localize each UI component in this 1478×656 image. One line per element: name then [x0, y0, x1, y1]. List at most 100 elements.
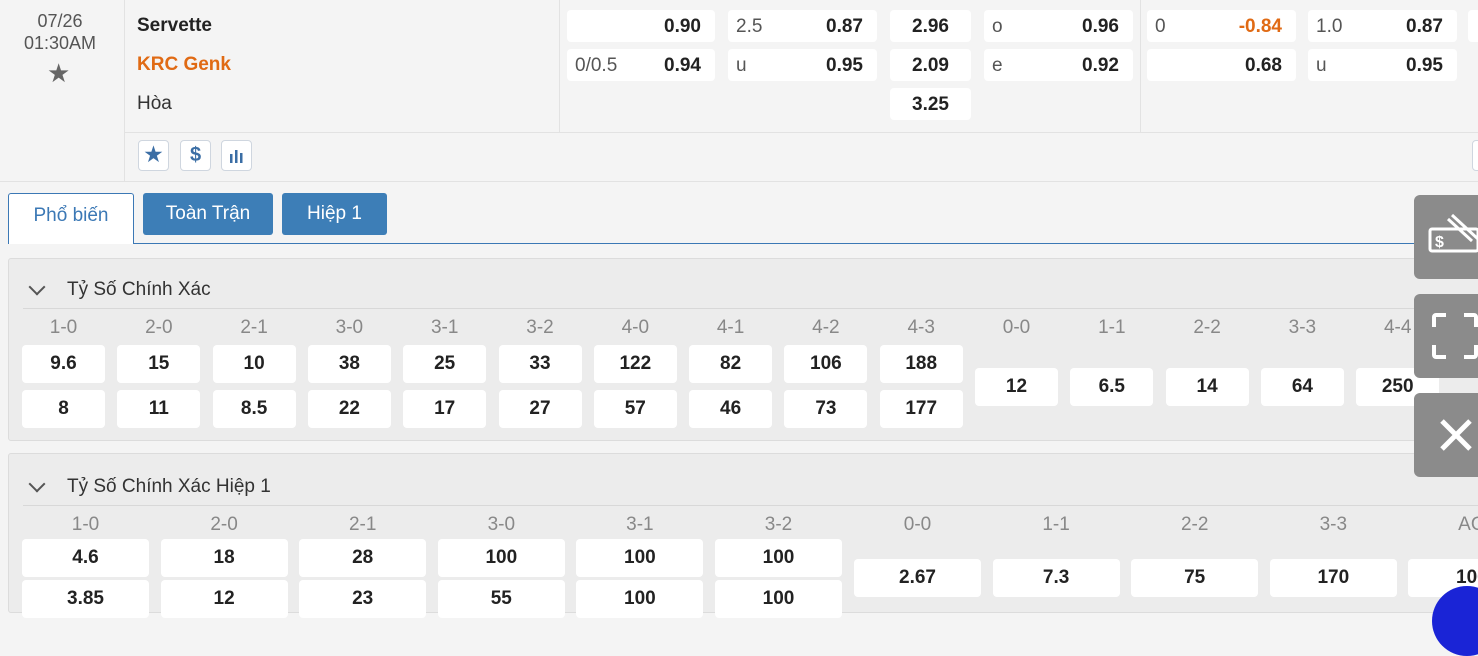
- score-odds-draw[interactable]: 6.5: [1070, 368, 1154, 406]
- score-odds-away[interactable]: 3.85: [22, 580, 149, 618]
- ft-1x2-away-odds: 2.09: [912, 55, 949, 76]
- ft-under-cell[interactable]: u 0.95: [728, 49, 877, 81]
- score-odds-home[interactable]: 100: [437, 539, 565, 577]
- score-odds-home[interactable]: 10: [212, 345, 296, 383]
- score-odds-away[interactable]: 22: [307, 390, 391, 428]
- score-odds-draw[interactable]: 14: [1165, 368, 1249, 406]
- tab-popular[interactable]: Phổ biến: [8, 193, 134, 244]
- score-header: 2-2: [1180, 514, 1209, 535]
- bar-chart-icon[interactable]: [221, 140, 252, 171]
- score-odds-away[interactable]: 8.5: [212, 390, 296, 428]
- section-divider: [23, 505, 1478, 506]
- score-odds-home[interactable]: 18: [160, 539, 288, 577]
- score-odds-home[interactable]: 100: [576, 539, 704, 577]
- section-title[interactable]: Tỷ Số Chính Xác Hiệp 1: [67, 476, 271, 498]
- match-time-column: 07/26 01:30AM ★: [0, 0, 125, 181]
- score-header: 4-2: [812, 317, 840, 338]
- ft-handicap-home-odds: 0.90: [664, 16, 701, 37]
- bet-slip-button[interactable]: $: [1414, 195, 1478, 279]
- dollar-icon[interactable]: $: [180, 140, 211, 171]
- score-odds-away[interactable]: 73: [784, 390, 868, 428]
- score-odds-away[interactable]: 46: [689, 390, 773, 428]
- ft-handicap-home-cell[interactable]: 0.90: [567, 10, 715, 42]
- score-odds-draw[interactable]: 64: [1260, 368, 1344, 406]
- score-odds-draw[interactable]: 170: [1269, 559, 1397, 597]
- bet-slip-icon: $: [1428, 213, 1478, 253]
- score-odds-home[interactable]: 100: [715, 539, 842, 577]
- score-header: 4-1: [716, 317, 745, 338]
- score-odds-away[interactable]: 55: [437, 580, 565, 618]
- tab-first-half[interactable]: Hiệp 1: [282, 193, 387, 235]
- star-icon[interactable]: ★: [138, 140, 169, 171]
- chevron-down-icon[interactable]: [28, 475, 46, 493]
- score-odds-away[interactable]: 57: [593, 390, 677, 428]
- score-odds-away[interactable]: 27: [498, 390, 582, 428]
- odds-cell-partial[interactable]: [1468, 10, 1478, 42]
- score-header: 4-0: [621, 317, 650, 338]
- score-odds-home[interactable]: 106: [784, 345, 868, 383]
- column-divider: [559, 0, 560, 132]
- h1-under-cell[interactable]: u 0.95: [1308, 49, 1457, 81]
- h1-handicap-away-odds: 0.68: [1245, 55, 1282, 76]
- ft-even-cell[interactable]: e 0.92: [984, 49, 1133, 81]
- score-header: 1-1: [1098, 317, 1126, 338]
- score-header: 2-2: [1193, 317, 1221, 338]
- h1-over-cell[interactable]: 1.0 0.87: [1308, 10, 1457, 42]
- fullscreen-button[interactable]: [1414, 294, 1478, 378]
- score-odds-home[interactable]: 122: [593, 345, 677, 383]
- h1-under-odds: 0.95: [1406, 55, 1443, 76]
- score-odds-away[interactable]: 12: [160, 580, 288, 618]
- score-odds-home[interactable]: 9.6: [22, 345, 105, 383]
- score-odds-home[interactable]: 188: [879, 345, 963, 383]
- section-title[interactable]: Tỷ Số Chính Xác: [67, 279, 211, 301]
- score-odds-home[interactable]: 82: [689, 345, 773, 383]
- score-odds-away[interactable]: 100: [715, 580, 842, 618]
- ft-odd-cell[interactable]: o 0.96: [984, 10, 1133, 42]
- score-header: 0-0: [903, 514, 932, 535]
- ft-1x2-home-cell[interactable]: 2.96: [890, 10, 971, 42]
- icon-button-partial[interactable]: [1472, 140, 1478, 171]
- score-odds-draw[interactable]: 75: [1131, 559, 1259, 597]
- ft-handicap-away-cell[interactable]: 0/0.5 0.94: [567, 49, 715, 81]
- close-button[interactable]: [1414, 393, 1478, 477]
- score-odds-away[interactable]: 11: [117, 390, 201, 428]
- home-team-name[interactable]: Servette: [137, 15, 212, 37]
- score-odds-home[interactable]: 25: [403, 345, 487, 383]
- chevron-down-icon[interactable]: [28, 278, 46, 296]
- score-odds-draw[interactable]: 7.3: [992, 559, 1120, 597]
- away-team-name[interactable]: KRC Genk: [137, 54, 231, 76]
- svg-text:$: $: [1435, 234, 1444, 251]
- tab-full-time[interactable]: Toàn Trận: [143, 193, 273, 235]
- score-odds-home[interactable]: 28: [299, 539, 427, 577]
- ft-over-cell[interactable]: 2.5 0.87: [728, 10, 877, 42]
- ft-1x2-away-cell[interactable]: 2.09: [890, 49, 971, 81]
- score-header: AO: [1458, 514, 1478, 535]
- score-odds-home[interactable]: 33: [498, 345, 582, 383]
- score-odds-away[interactable]: 23: [299, 580, 427, 618]
- score-odds-home[interactable]: 4.6: [22, 539, 149, 577]
- h1-under-label: u: [1316, 55, 1327, 76]
- score-header: 2-1: [240, 317, 268, 338]
- score-odds-away[interactable]: 100: [576, 580, 704, 618]
- score-odds-home[interactable]: 38: [307, 345, 391, 383]
- score-odds-away[interactable]: 8: [22, 390, 105, 428]
- score-header: 3-2: [764, 514, 793, 535]
- favorite-star-icon[interactable]: ★: [47, 60, 70, 86]
- h1-handicap-home-cell[interactable]: 0 -0.84: [1147, 10, 1296, 42]
- score-odds-home[interactable]: 15: [117, 345, 201, 383]
- ft-even-odds: 0.92: [1082, 55, 1119, 76]
- tab-underline: [134, 243, 1478, 244]
- score-header: 4-3: [907, 317, 935, 338]
- score-header: 3-1: [430, 317, 459, 338]
- score-odds-away[interactable]: 177: [879, 390, 963, 428]
- match-row: 07/26 01:30AM ★ Servette KRC Genk Hòa 0.…: [0, 0, 1478, 182]
- row-divider: [124, 132, 1478, 133]
- ft-1x2-draw-cell[interactable]: 3.25: [890, 88, 971, 120]
- ft-odd-label: o: [992, 16, 1003, 37]
- score-odds-draw[interactable]: 2.67: [854, 559, 981, 597]
- h1-handicap-away-cell[interactable]: 0.68: [1147, 49, 1296, 81]
- score-odds-draw[interactable]: 12: [975, 368, 1058, 406]
- score-header: 3-0: [335, 317, 364, 338]
- score-odds-away[interactable]: 17: [403, 390, 487, 428]
- h1-over-odds: 0.87: [1406, 16, 1443, 37]
